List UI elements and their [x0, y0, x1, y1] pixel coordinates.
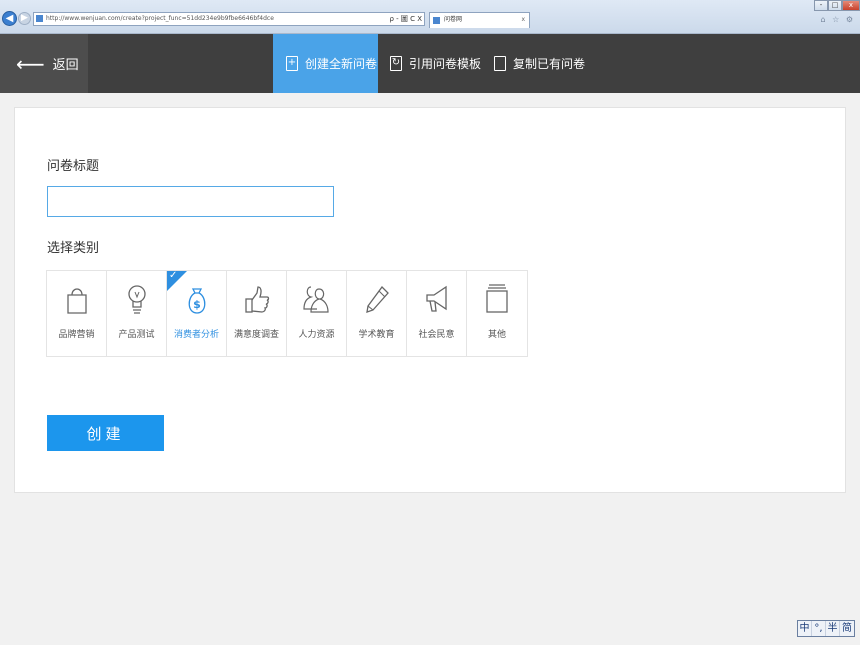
category-product-test[interactable]: 产品测试 [107, 271, 167, 356]
tab-label: 引用问卷模板 [409, 57, 482, 71]
template-doc-icon: ↻ [390, 56, 402, 71]
browser-tab[interactable]: 问卷网 x [429, 12, 530, 28]
back-button[interactable]: ⟵ 返回 [0, 34, 88, 93]
category-label: 品牌营销 [58, 330, 95, 340]
address-bar[interactable]: http://www.wenjuan.com/create?project_fu… [33, 12, 425, 26]
copy-doc-icon [494, 56, 506, 71]
category-label: 人力资源 [298, 330, 335, 340]
return-arrow-icon: ⟵ [16, 51, 45, 76]
new-doc-icon: + [286, 56, 298, 71]
tab-close-icon[interactable]: x [521, 13, 525, 27]
browser-back-icon[interactable]: ◀ [2, 11, 17, 26]
ime-punctuation[interactable]: °, [812, 621, 826, 636]
category-label: 产品测试 [118, 330, 155, 340]
category-label: 选择类别 [47, 241, 100, 256]
title-label: 问卷标题 [47, 159, 100, 174]
minimize-button[interactable]: - [814, 0, 828, 11]
document-icon [486, 284, 508, 313]
browser-forward-icon[interactable]: ▶ [18, 12, 31, 25]
pencil-icon [366, 286, 389, 313]
ime-simplified[interactable]: 简 [840, 621, 854, 636]
browser-chrome: ◀ ▶ http://www.wenjuan.com/create?projec… [0, 0, 860, 34]
tab-label: 复制已有问卷 [513, 57, 586, 71]
address-actions[interactable]: ρ - 圖 C X [389, 13, 422, 25]
tab-title: 问卷网 [444, 16, 463, 23]
check-icon: ✓ [169, 270, 178, 281]
tab-use-template[interactable]: ↻ 引用问卷模板 [386, 34, 486, 93]
window-controls: - □ x [814, 0, 860, 12]
shopping-bag-icon [67, 288, 87, 314]
ime-toolbar: 中 °, 半 简 [797, 620, 855, 637]
category-public-opinion[interactable]: 社会民意 [407, 271, 467, 356]
tab-favicon-icon [433, 17, 440, 24]
lightbulb-icon [128, 285, 146, 314]
megaphone-icon [426, 285, 447, 312]
category-consumer-analysis[interactable]: ✓ $ 消费者分析 [167, 270, 227, 356]
maximize-button[interactable]: □ [828, 0, 842, 11]
category-label: 其他 [487, 330, 506, 340]
category-other[interactable]: 其他 [467, 271, 527, 356]
money-bag-icon: $ [188, 288, 206, 314]
create-button[interactable]: 创建 [47, 415, 164, 451]
category-label: 学术教育 [358, 330, 395, 340]
tab-create-new[interactable]: + 创建全新问卷 [273, 34, 378, 93]
browser-toolbar-icons[interactable]: ⌂ ☆ ⚙ [820, 15, 855, 24]
category-label: 满意度调查 [233, 330, 279, 340]
category-grid: 品牌营销 产品测试 ✓ $ 消费者分析 满意度调查 人力资源 学术教育 社会民意… [46, 270, 528, 357]
back-label: 返回 [52, 58, 79, 73]
close-window-button[interactable]: x [842, 0, 860, 11]
category-label: 消费者分析 [173, 330, 219, 340]
svg-text:$: $ [193, 298, 201, 311]
tab-label: 创建全新问卷 [305, 57, 378, 71]
tab-copy-existing[interactable]: 复制已有问卷 [494, 34, 594, 93]
category-academic-education[interactable]: 学术教育 [347, 271, 407, 356]
category-satisfaction[interactable]: 满意度调查 [227, 271, 287, 356]
title-input[interactable] [47, 186, 334, 217]
thumbs-up-icon [245, 286, 270, 313]
category-brand-marketing[interactable]: 品牌营销 [47, 271, 107, 356]
favicon-icon [36, 15, 43, 22]
category-human-resources[interactable]: 人力资源 [287, 271, 347, 356]
ime-half-width[interactable]: 半 [826, 621, 840, 636]
address-url: http://www.wenjuan.com/create?project_fu… [46, 15, 274, 22]
category-label: 社会民意 [418, 330, 455, 340]
people-icon [303, 286, 329, 313]
ime-mode-chinese[interactable]: 中 [798, 621, 812, 636]
app-header: ⟵ 返回 + 创建全新问卷 ↻ 引用问卷模板 复制已有问卷 [0, 34, 860, 93]
